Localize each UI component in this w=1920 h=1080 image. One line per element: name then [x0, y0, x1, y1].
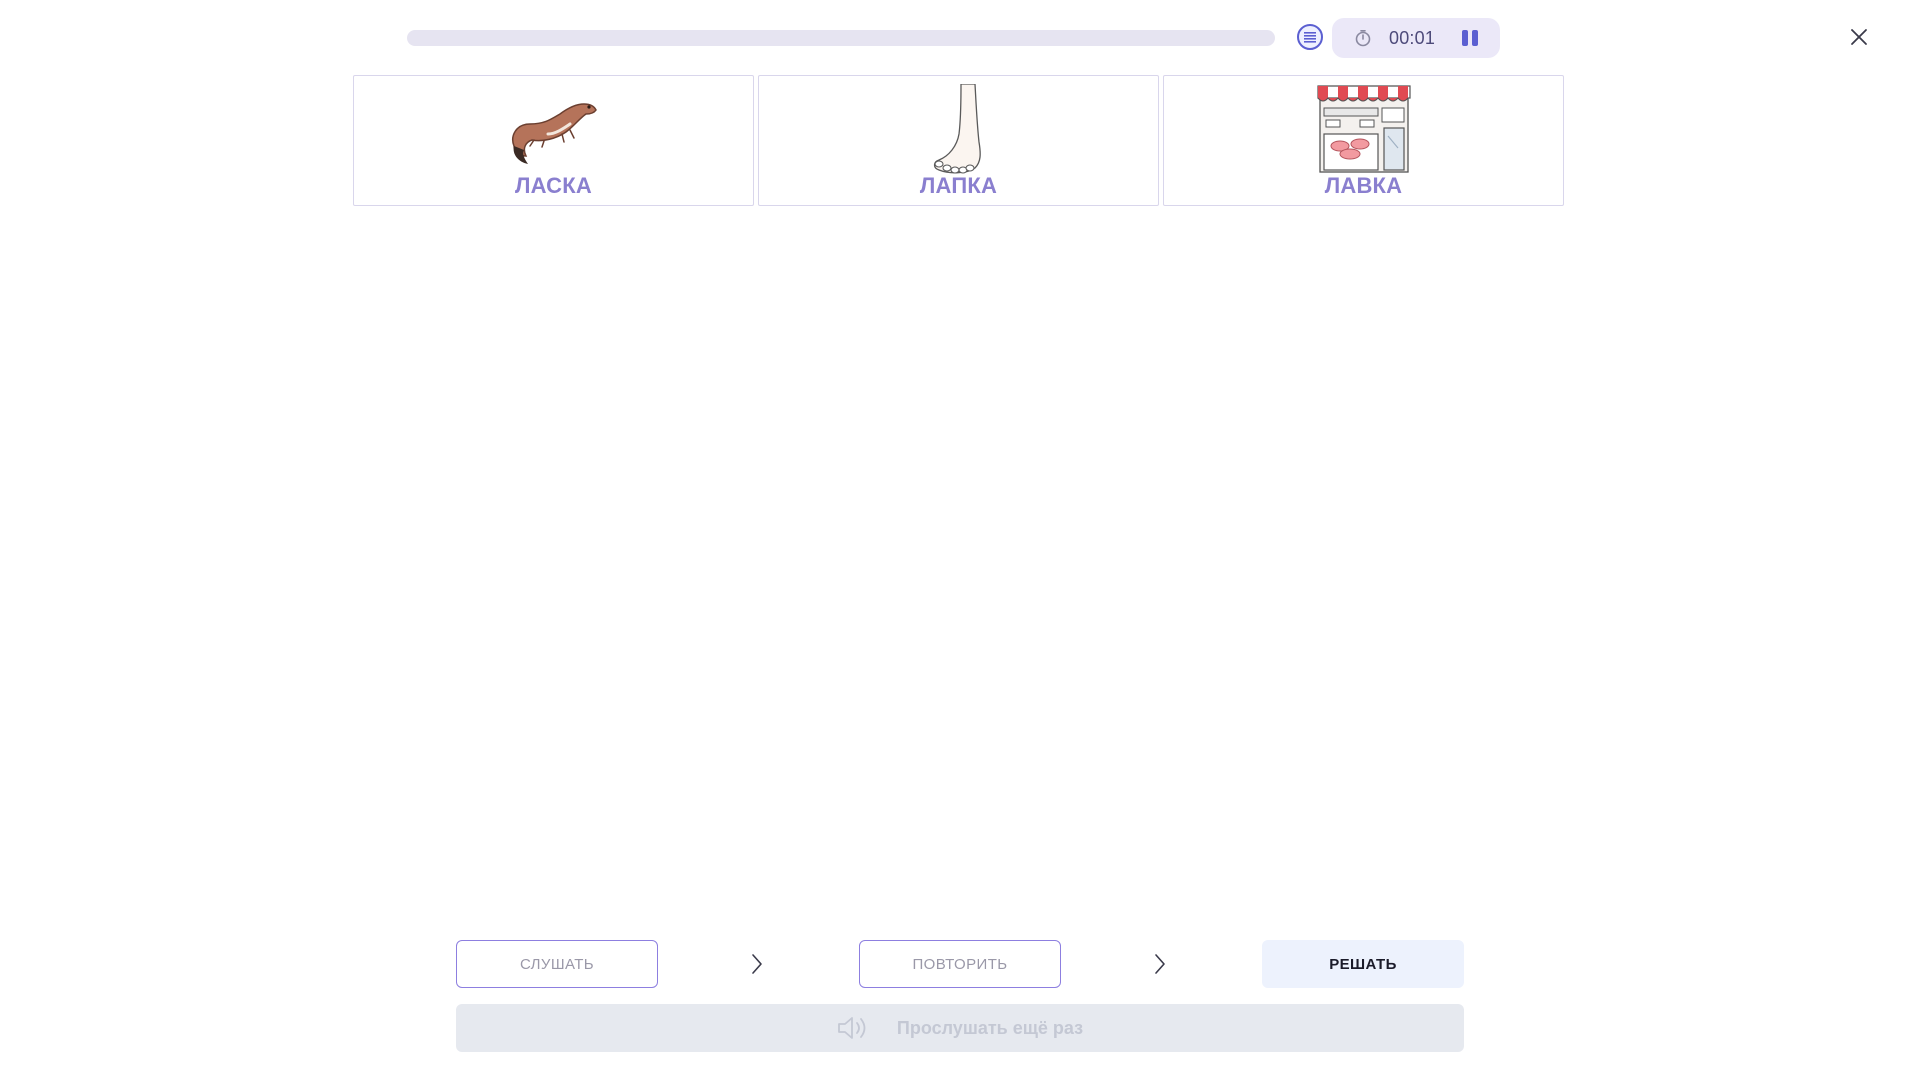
- timer-panel: 00:01: [1332, 18, 1500, 58]
- word-cards: ЛАСКА ЛАПКА ЛАВКА: [353, 75, 1564, 206]
- repeat-button[interactable]: ПОВТОРИТЬ: [859, 940, 1061, 988]
- replay-button[interactable]: Прослушать ещё раз: [456, 1004, 1464, 1052]
- pause-icon-bar: [1472, 30, 1478, 46]
- shop-icon: [1316, 85, 1411, 173]
- close-icon: [1851, 29, 1867, 45]
- foot-icon: [933, 84, 981, 174]
- solve-button[interactable]: РЕШАТЬ: [1262, 940, 1464, 988]
- exercise-steps: СЛУШАТЬ ПОВТОРИТЬ РЕШАТЬ: [456, 940, 1464, 988]
- speaker-icon: [838, 1017, 866, 1039]
- card-label: ЛАВКА: [1324, 173, 1403, 198]
- pause-button[interactable]: [1460, 28, 1480, 48]
- list-icon: [1304, 32, 1316, 43]
- weasel-icon: [511, 103, 597, 164]
- chevron-right-icon: [752, 954, 762, 974]
- chevron-right-icon: [1155, 954, 1165, 974]
- stopwatch-icon: [1355, 29, 1371, 47]
- word-card-lapka[interactable]: ЛАПКА: [758, 75, 1159, 206]
- listen-button[interactable]: СЛУШАТЬ: [456, 940, 658, 988]
- card-label: ЛАСКА: [515, 173, 592, 198]
- card-label: ЛАПКА: [919, 173, 998, 198]
- close-button[interactable]: [1844, 22, 1874, 52]
- task-list-button[interactable]: [1297, 24, 1323, 50]
- exercise-screen: 00:01 ЛАСКА ЛАПКА ЛАВКА СЛУШАТЬ ПОВТОРИТ…: [0, 0, 1920, 1080]
- replay-label: Прослушать ещё раз: [896, 1017, 1084, 1038]
- timer-value: 00:01: [1389, 27, 1436, 48]
- word-card-laska[interactable]: ЛАСКА: [353, 75, 754, 206]
- progress-bar: [407, 30, 1275, 46]
- word-card-lavka[interactable]: ЛАВКА: [1163, 75, 1564, 206]
- pause-icon: [1462, 30, 1468, 46]
